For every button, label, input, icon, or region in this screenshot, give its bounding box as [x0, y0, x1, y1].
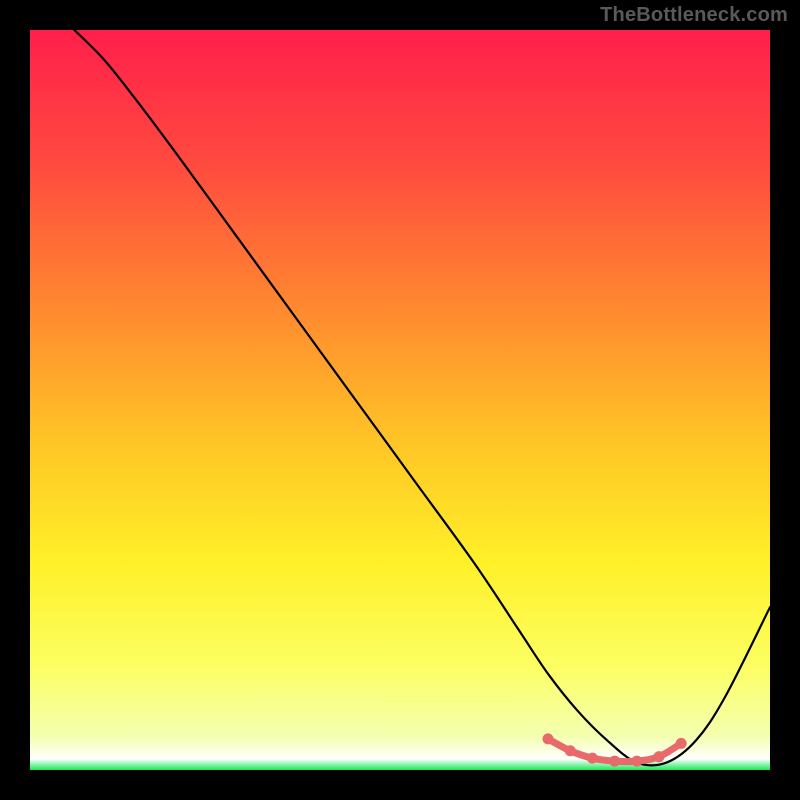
optimal-range-point — [676, 738, 687, 749]
optimal-range-point — [543, 733, 554, 744]
gradient-background — [30, 30, 770, 770]
plot-area — [30, 30, 770, 770]
optimal-range-point — [587, 753, 598, 764]
optimal-range-point — [609, 756, 620, 767]
chart-frame: TheBottleneck.com — [0, 0, 800, 800]
optimal-range-point — [565, 745, 576, 756]
optimal-range-point — [654, 751, 665, 762]
chart-svg — [30, 30, 770, 770]
optimal-range-point — [631, 756, 642, 767]
watermark-text: TheBottleneck.com — [600, 4, 788, 27]
